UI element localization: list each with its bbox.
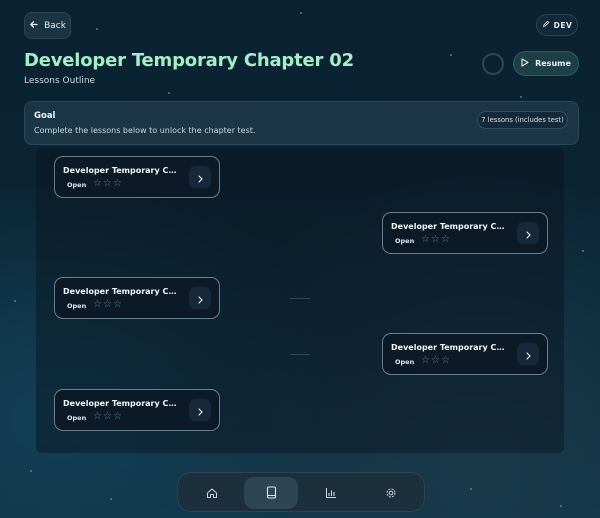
background-star [168, 92, 170, 94]
lesson-title: Developer Temporary Chapter 02 Lesson 04 [391, 343, 509, 352]
chevron-right-icon [197, 289, 204, 308]
open-lesson-button[interactable] [189, 399, 211, 421]
lesson-card[interactable]: Developer Temporary Chapter 02 Lesson 05… [54, 389, 220, 431]
star-rating: ☆☆☆ [93, 411, 123, 422]
lesson-count-badge: 7 lessons (includes test) [477, 111, 568, 129]
star-icon: ☆ [102, 178, 113, 189]
nav-home[interactable] [185, 477, 239, 509]
dev-button[interactable]: DEV [536, 14, 578, 36]
star-icon: ☆ [93, 299, 103, 310]
loading-spinner [482, 53, 504, 75]
chevron-right-icon [197, 168, 204, 187]
open-lesson-button[interactable] [517, 222, 539, 244]
lesson-status: Open [67, 414, 87, 422]
gear-icon [385, 484, 397, 503]
star-rating: ☆☆☆ [421, 234, 451, 245]
goal-text: Complete the lessons below to unlock the… [34, 126, 256, 135]
star-icon: ☆ [102, 299, 113, 310]
path-connector [290, 354, 310, 355]
background-star [450, 54, 452, 56]
nav-settings[interactable] [364, 477, 418, 509]
back-label: Back [44, 20, 66, 31]
star-icon: ☆ [421, 234, 431, 245]
star-icon: ☆ [102, 411, 113, 422]
lesson-card[interactable]: Developer Temporary Chapter 02 Lesson 01… [54, 156, 220, 198]
lesson-card[interactable]: Developer Temporary Chapter 02 Lesson 04… [382, 333, 548, 375]
lesson-status: Open [395, 358, 415, 366]
goal-title: Goal [34, 111, 56, 121]
open-lesson-button[interactable] [517, 343, 539, 365]
bar-chart-icon [325, 484, 337, 503]
dev-label: DEV [553, 20, 573, 30]
star-icon: ☆ [93, 411, 103, 422]
nav-lessons[interactable] [244, 477, 298, 509]
background-star [110, 498, 112, 500]
page-title: Developer Temporary Chapter 02 [24, 50, 354, 71]
resume-label: Resume [535, 59, 571, 68]
open-lesson-button[interactable] [189, 287, 211, 309]
lesson-card[interactable]: Developer Temporary Chapter 02 Lesson 02… [382, 212, 548, 254]
path-connector [290, 298, 310, 299]
background-star [96, 28, 98, 30]
goal-panel: Goal Complete the lessons below to unloc… [24, 101, 579, 145]
play-icon [521, 58, 529, 69]
star-icon: ☆ [430, 234, 441, 245]
background-star [300, 12, 302, 14]
lesson-card[interactable]: Developer Temporary Chapter 02 Lesson 03… [54, 277, 220, 319]
chevron-right-icon [525, 345, 532, 364]
background-star [520, 96, 522, 98]
star-icon: ☆ [112, 411, 123, 422]
open-lesson-button[interactable] [189, 166, 211, 188]
pencil-icon [542, 20, 550, 30]
nav-stats[interactable] [304, 477, 358, 509]
lesson-status: Open [395, 237, 415, 245]
star-rating: ☆☆☆ [421, 355, 451, 366]
star-rating: ☆☆☆ [93, 299, 123, 310]
background-star [14, 300, 16, 302]
background-star [560, 505, 562, 507]
lesson-title: Developer Temporary Chapter 02 Lesson 05 [63, 399, 181, 408]
lesson-title: Developer Temporary Chapter 02 Lesson 01 [63, 166, 181, 175]
back-button[interactable]: Back [24, 12, 71, 39]
star-icon: ☆ [440, 355, 451, 366]
background-star [30, 470, 32, 472]
home-icon [206, 484, 218, 503]
lesson-status: Open [67, 181, 87, 189]
chevron-right-icon [525, 224, 532, 243]
resume-button[interactable]: Resume [513, 51, 579, 76]
star-icon: ☆ [440, 234, 451, 245]
star-icon: ☆ [112, 299, 123, 310]
star-icon: ☆ [430, 355, 441, 366]
star-icon: ☆ [421, 355, 431, 366]
background-star [582, 250, 584, 252]
lesson-title: Developer Temporary Chapter 02 Lesson 02 [391, 222, 509, 231]
background-star [470, 488, 472, 490]
book-icon [266, 484, 277, 503]
lesson-title: Developer Temporary Chapter 02 Lesson 03 [63, 287, 181, 296]
bottom-nav [177, 472, 425, 512]
star-icon: ☆ [93, 178, 103, 189]
lesson-status: Open [67, 302, 87, 310]
star-rating: ☆☆☆ [93, 178, 123, 189]
star-icon: ☆ [112, 178, 123, 189]
arrow-left-icon [29, 20, 38, 32]
page-subtitle: Lessons Outline [24, 76, 96, 86]
chevron-right-icon [197, 401, 204, 420]
